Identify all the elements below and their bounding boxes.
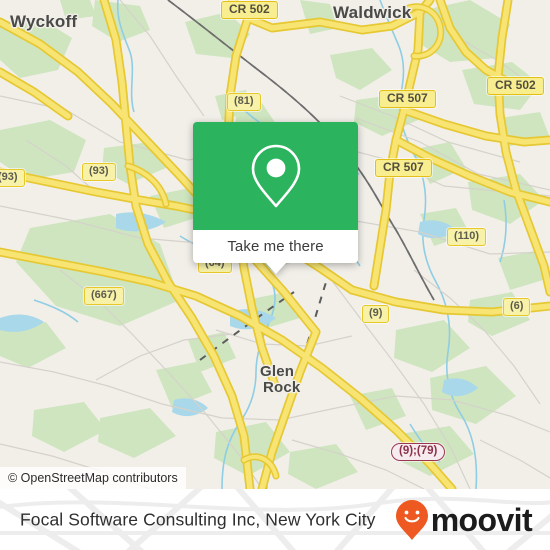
moovit-wordmark: moovit: [430, 501, 533, 538]
take-me-there-label: Take me there: [227, 238, 324, 255]
route-shield-81[interactable]: (81): [227, 93, 261, 111]
moovit-pin-icon: [395, 499, 428, 540]
route-shield-cr502-north[interactable]: CR 502: [221, 1, 278, 19]
route-shield-6[interactable]: (6): [503, 298, 531, 316]
map-canvas[interactable]: Wyckoff Waldwick Glen Rock CR 502 CR 502…: [0, 0, 550, 489]
route-shield-110[interactable]: (110): [447, 228, 487, 246]
popup-pointer-tail: [265, 263, 286, 274]
location-title: Focal Software Consulting Inc, New York …: [20, 509, 376, 529]
route-shield-93-a[interactable]: (93): [82, 163, 116, 181]
moovit-logo[interactable]: moovit: [395, 499, 533, 541]
map-pin-icon: [251, 144, 300, 208]
popup-header: [193, 122, 358, 230]
route-shield-cr502-east[interactable]: CR 502: [487, 77, 544, 95]
footer-bar: Focal Software Consulting Inc, New York …: [0, 489, 550, 550]
map-page: Wyckoff Waldwick Glen Rock CR 502 CR 502…: [0, 0, 550, 550]
route-shield-93-b[interactable]: (93): [0, 169, 25, 187]
route-shield-9[interactable]: (9): [362, 305, 390, 323]
popup-footer[interactable]: Take me there: [193, 230, 358, 274]
osm-attribution-text: © OpenStreetMap contributors: [8, 471, 178, 485]
route-shield-9-79[interactable]: (9);(79): [391, 443, 446, 461]
osm-attribution[interactable]: © OpenStreetMap contributors: [0, 467, 186, 489]
route-shield-cr507-lower[interactable]: CR 507: [375, 159, 432, 177]
route-shield-667[interactable]: (667): [84, 287, 124, 305]
take-me-there-popup[interactable]: Take me there: [193, 122, 358, 274]
route-shield-cr507-upper[interactable]: CR 507: [379, 90, 436, 108]
